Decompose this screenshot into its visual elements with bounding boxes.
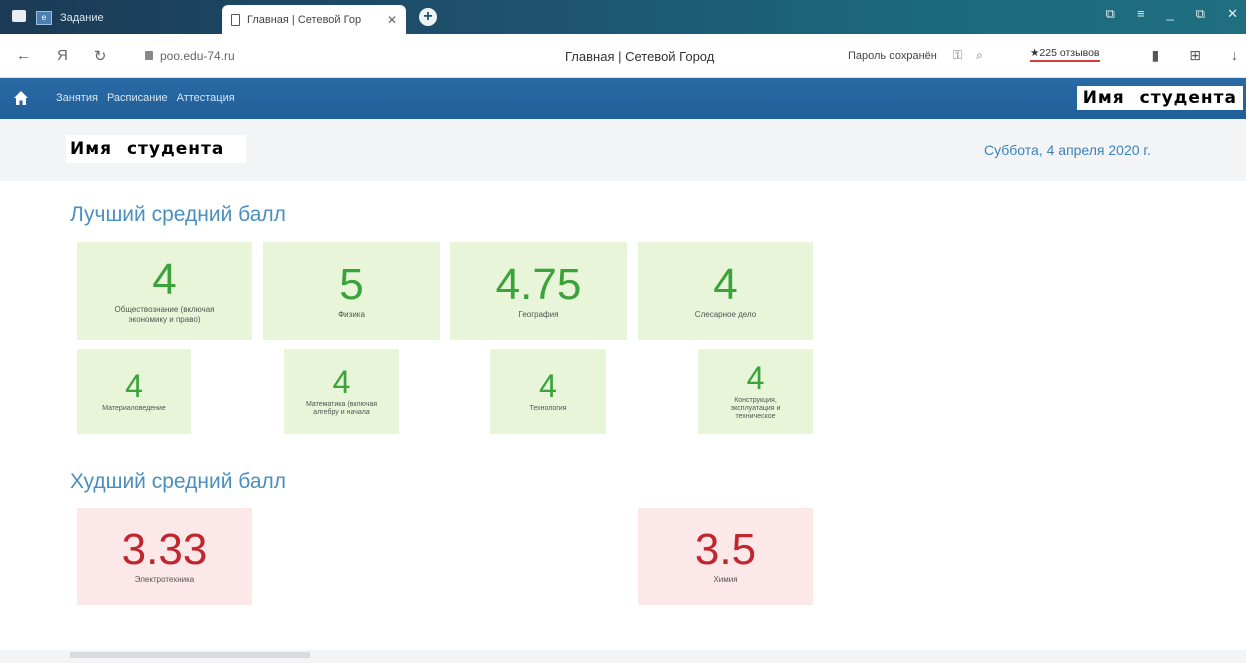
close-tab-icon[interactable]: ✕	[387, 13, 397, 27]
address-page-title: Главная | Сетевой Город	[565, 49, 715, 64]
document-icon	[231, 13, 240, 26]
grade-value: 4.75	[495, 259, 582, 309]
home-icon[interactable]	[13, 90, 29, 106]
current-date: Суббота, 4 апреля 2020 г.	[984, 142, 1151, 158]
new-tab-button[interactable]: +	[419, 8, 437, 26]
grade-value: 4	[539, 367, 557, 404]
best-card[interactable]: 5 Физика	[263, 242, 440, 340]
grade-value: 4	[746, 359, 765, 396]
nav-link-attestaciya[interactable]: Аттестация	[177, 92, 235, 104]
tab-label: Задание	[60, 12, 104, 24]
grade-value: 3.33	[121, 525, 208, 575]
reload-icon[interactable]: ↻	[94, 47, 107, 65]
nav-student-name[interactable]: Имя студента	[1076, 86, 1243, 110]
browser-menu-icon[interactable]	[12, 10, 26, 22]
subject-name: Слесарное дело	[694, 309, 757, 319]
subject-name: Химия	[713, 575, 738, 585]
search-icon[interactable]: ⌕	[976, 48, 983, 63]
key-icon[interactable]: ⚿	[953, 48, 962, 63]
best-card[interactable]: 4.75 География	[450, 242, 627, 340]
grade-value: 5	[339, 259, 364, 309]
browser-nav-icons: ← Я ↻	[16, 47, 106, 65]
bookmark-icon[interactable]: ▮	[1152, 47, 1160, 64]
address-right-icons: ▮ ⊞ ↓	[1152, 47, 1238, 64]
window-controls: ⧉ ≡ _ ⧉ ✕	[1106, 6, 1238, 22]
nav-link-raspisanie[interactable]: Расписание	[107, 92, 168, 104]
subject-name: Обществознание (включая экономику и прав…	[114, 305, 215, 324]
address-bar: ← Я ↻ poo.edu-74.ru Главная | Сетевой Го…	[0, 34, 1246, 78]
worst-card[interactable]: 3.33 Электротехника	[77, 508, 252, 605]
grade-value: 4	[125, 367, 143, 404]
subject-name: Конструкция, эксплуатация и техническое	[730, 396, 781, 421]
best-card[interactable]: 4 Материаловедение	[77, 349, 191, 434]
best-card[interactable]: 4 Технология	[490, 349, 606, 434]
best-card[interactable]: 4 Конструкция, эксплуатация и техническо…	[698, 349, 813, 434]
reviews-badge[interactable]: ★225 отзывов	[1030, 47, 1100, 62]
best-card[interactable]: 4 Математика (включая алгебру и начала	[284, 349, 399, 434]
grade-value: 4	[713, 259, 738, 309]
nav-links: Занятия Расписание Аттестация	[56, 92, 235, 104]
student-name: Имя студента	[66, 135, 247, 163]
tab-zadanie[interactable]: e Задание	[36, 4, 216, 32]
footer-text-placeholder	[70, 652, 310, 658]
subject-name: Математика (включая алгебру и начала	[305, 400, 378, 416]
subject-name: Материаловедение	[102, 404, 166, 412]
best-card[interactable]: 4 Обществознание (включая экономику и пр…	[77, 242, 252, 340]
minimize-icon[interactable]: _	[1167, 6, 1174, 22]
tab-glavnaya[interactable]: Главная | Сетевой Гор ✕	[222, 5, 406, 34]
menu-icon[interactable]: ≡	[1137, 6, 1145, 22]
nav-link-zanyatiya[interactable]: Занятия	[56, 92, 98, 104]
lock-icon	[145, 51, 153, 60]
grade-value: 4	[152, 255, 177, 305]
subject-name: География	[518, 309, 559, 319]
subject-name: Физика	[338, 309, 365, 319]
yandex-logo-icon[interactable]: Я	[57, 47, 68, 65]
pin-icon[interactable]: ⧉	[1106, 6, 1115, 22]
app-favicon-icon: e	[36, 11, 52, 25]
worst-average-title: Худший средний балл	[70, 470, 287, 493]
close-window-icon[interactable]: ✕	[1227, 6, 1238, 22]
download-icon[interactable]: ↓	[1231, 47, 1238, 64]
footer	[0, 650, 1246, 663]
header-band: Имя студента Суббота, 4 апреля 2020 г.	[0, 119, 1246, 181]
site-nav: Занятия Расписание Аттестация Имя студен…	[0, 78, 1246, 119]
extension-icon[interactable]: ⊞	[1189, 47, 1201, 64]
address-icons: ⚿ ⌕	[953, 48, 983, 63]
url-field[interactable]: poo.edu-74.ru	[160, 49, 235, 63]
grade-value: 4	[332, 363, 351, 400]
worst-card[interactable]: 3.5 Химия	[638, 508, 813, 605]
restore-icon[interactable]: ⧉	[1196, 6, 1205, 22]
grade-value: 3.5	[694, 525, 757, 575]
password-saved-label[interactable]: Пароль сохранён	[848, 50, 937, 62]
back-icon[interactable]: ←	[16, 47, 31, 65]
subject-name: Электротехника	[134, 575, 195, 585]
browser-tab-strip: e Задание Главная | Сетевой Гор ✕ + ⧉ ≡ …	[0, 0, 1246, 34]
tab-label: Главная | Сетевой Гор	[247, 13, 362, 26]
subject-name: Технология	[529, 404, 567, 412]
best-card[interactable]: 4 Слесарное дело	[638, 242, 813, 340]
best-average-title: Лучший средний балл	[70, 203, 286, 226]
